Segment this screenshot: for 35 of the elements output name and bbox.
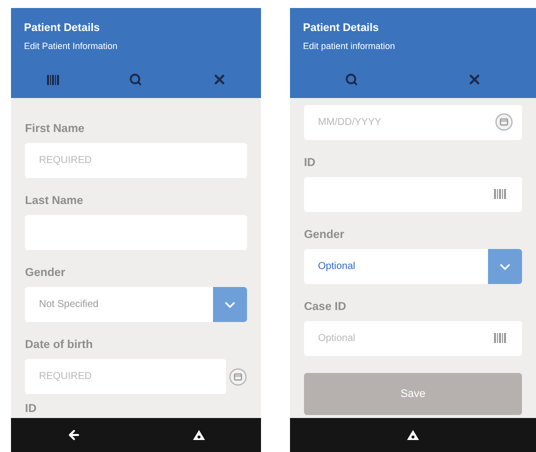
id-field[interactable] [304,177,522,212]
field-label: Date of birth [25,338,94,353]
dropdown-value: Not Specified [38,298,100,312]
field-label: First Name [25,122,86,137]
triangle-icon [192,430,204,440]
barcode-icon [46,74,59,84]
text-field[interactable]: REQUIRED [25,143,247,178]
field-label: Last Name [25,194,84,209]
dropdown-value: Optional [316,260,356,274]
field-label: Gender [304,228,346,243]
date-field[interactable]: REQUIRED [25,359,226,394]
calendar-icon[interactable] [495,113,513,131]
field-label: Case ID [304,300,348,315]
header-subtitle: Edit Patient Information [24,40,119,52]
date-field[interactable]: MM/DD/YYYY [304,105,522,140]
id-field[interactable]: Optional [304,321,522,356]
search-icon [344,73,358,86]
header-subtitle: Edit patient information [302,40,396,52]
close-icon [212,72,227,87]
gender-dropdown[interactable]: Not Specified [25,287,247,322]
field-label: Gender [25,266,66,281]
chevron-down-icon[interactable] [488,249,522,284]
header-title: Patient Details [24,21,101,35]
gender-dropdown[interactable]: Optional [304,249,522,284]
barcode-icon [494,333,506,343]
calendar-icon[interactable] [228,368,247,386]
search-icon [129,73,142,86]
chevron-down-icon[interactable] [212,287,247,322]
header-title: Patient Details [302,21,380,35]
field-label: ID [304,156,316,171]
field-label: ID [25,403,38,415]
barcode-icon [494,189,506,199]
close-icon [467,72,482,87]
triangle-icon [406,430,419,440]
arrow-left-icon [66,428,80,442]
